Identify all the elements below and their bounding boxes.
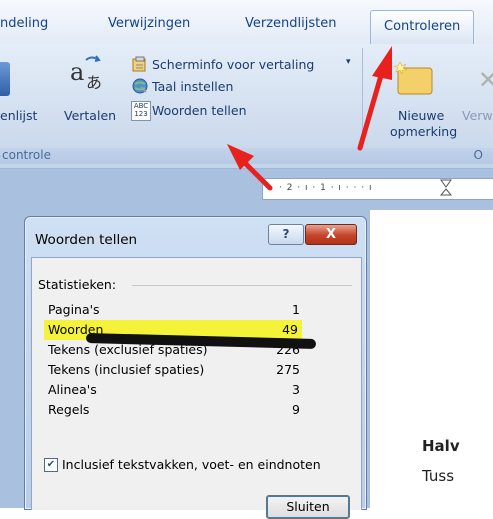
arrow-to-controleren-tab [357,46,392,151]
annotation-arrows [227,46,392,191]
arrow-to-word-count [227,144,273,191]
